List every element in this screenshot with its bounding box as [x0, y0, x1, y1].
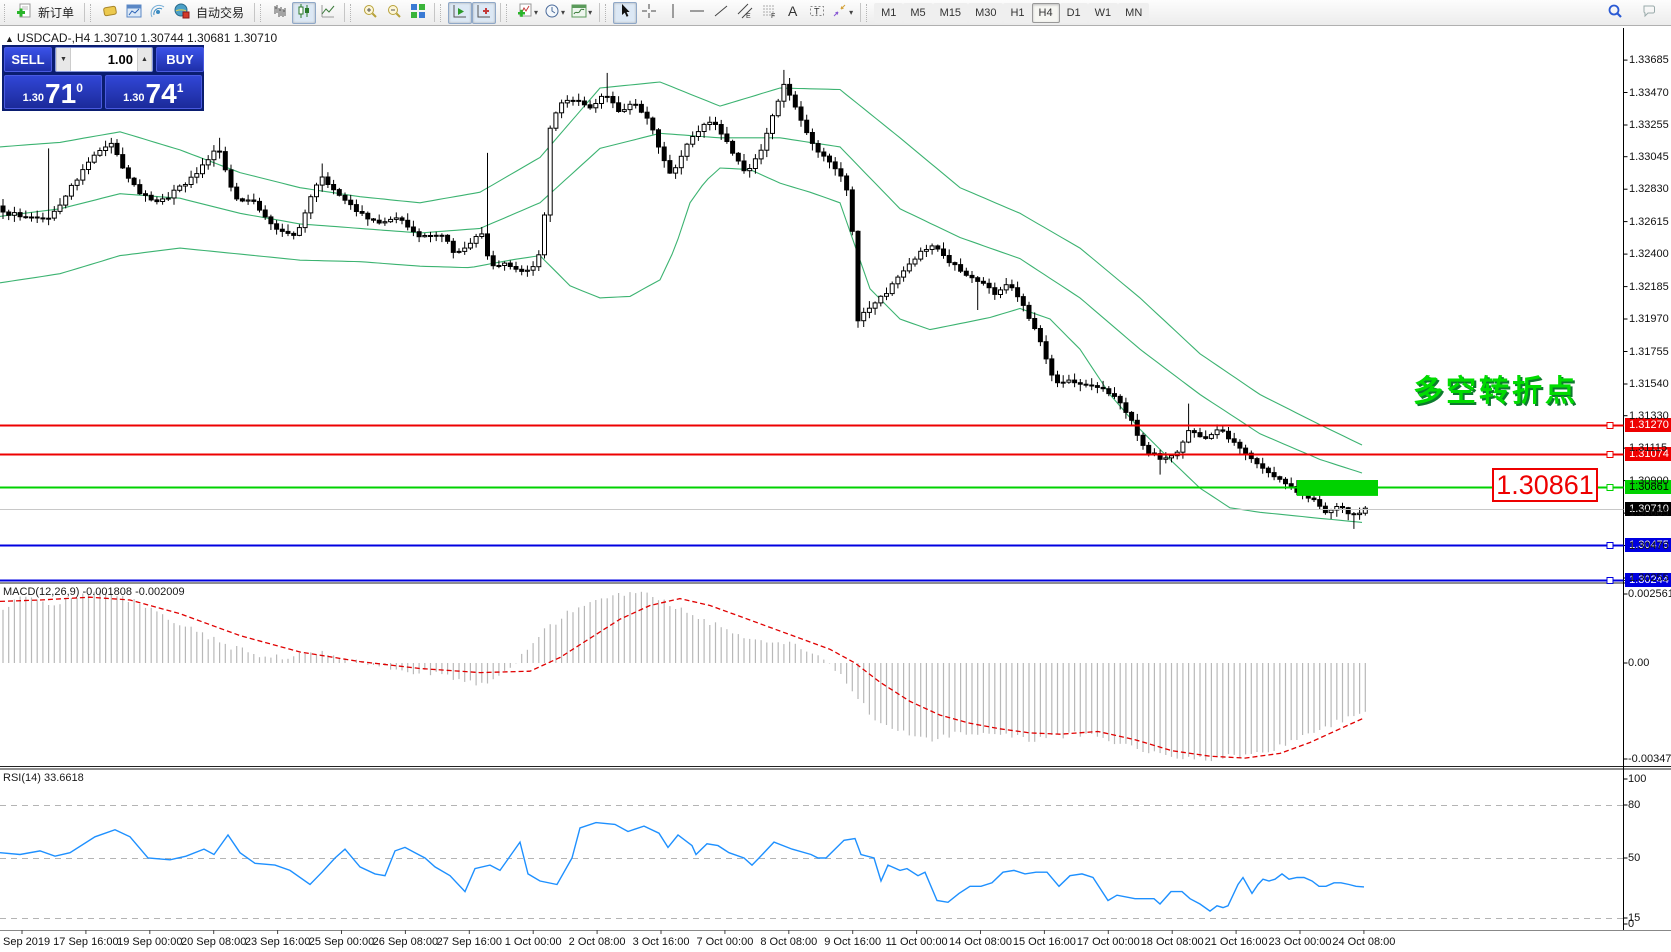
- volume-increase-button[interactable]: ▲: [137, 48, 152, 71]
- chart-ohlc-values: 1.30710 1.30744 1.30681 1.30710: [94, 31, 278, 45]
- price-axis-tick: 1.31330: [1629, 410, 1669, 422]
- price-axis-tick: 1.32185: [1629, 281, 1669, 293]
- buy-button[interactable]: BUY: [156, 47, 204, 72]
- time-axis-label: 27 Sep 16:00: [437, 936, 502, 948]
- macd-axis-tick: -0.003479: [1628, 753, 1671, 765]
- one-click-trading-panel: SELL ▼ ▲ BUY 1.30 71 0 1.30 74 1: [2, 45, 204, 111]
- price-axis-tick: 1.32400: [1629, 248, 1669, 260]
- chart-canvas[interactable]: [0, 0, 1671, 952]
- level-line-handle[interactable]: [1607, 423, 1613, 429]
- macd-axis-tick: 0.002561: [1628, 588, 1671, 600]
- time-axis-label: 15 Oct 16:00: [1013, 936, 1076, 948]
- chart-title: ▲USDCAD-,H4 1.30710 1.30744 1.30681 1.30…: [5, 31, 277, 45]
- time-axis-label: 7 Oct 00:00: [696, 936, 753, 948]
- time-axis-label: 2 Oct 08:00: [569, 936, 626, 948]
- bollinger-lower-band[interactable]: [0, 168, 1362, 522]
- time-axis-label: 14 Oct 08:00: [949, 936, 1012, 948]
- sell-price-big: 71: [45, 81, 76, 107]
- time-axis-label: 11 Oct 00:00: [886, 936, 948, 948]
- level-line-handle[interactable]: [1607, 485, 1613, 491]
- price-axis-tick: 1.33255: [1629, 119, 1669, 131]
- price-axis-tick: 1.30685: [1629, 507, 1669, 519]
- time-axis-label: 21 Oct 16:00: [1205, 936, 1268, 948]
- sell-price-display[interactable]: 1.30 71 0: [4, 75, 102, 109]
- time-axis-label: 23 Sep 16:00: [245, 936, 310, 948]
- time-axis-label: 23 Oct 00:00: [1269, 936, 1332, 948]
- time-axis-label: 6 Sep 2019: [0, 936, 50, 948]
- rsi-axis-tick: 0: [1628, 918, 1634, 930]
- price-axis-tick: 1.33470: [1629, 87, 1669, 99]
- level-line-handle[interactable]: [1607, 543, 1613, 549]
- rsi-axis-tick: 80: [1628, 799, 1640, 811]
- level-line-handle[interactable]: [1607, 452, 1613, 458]
- macd-signal-line: [0, 597, 1364, 758]
- sell-price-small: 1.30: [23, 92, 44, 104]
- time-axis-label: 18 Oct 08:00: [1141, 936, 1204, 948]
- price-axis-tick: 1.32615: [1629, 216, 1669, 228]
- time-axis-label: 9 Oct 16:00: [824, 936, 881, 948]
- price-axis-tick: 1.30470: [1629, 540, 1669, 552]
- macd-indicator-label: MACD(12,26,9) -0.001808 -0.002009: [3, 586, 185, 598]
- mt4-terminal-window: 新订单自动交易▾▾▾EFAT▾M1M5M15M30H1H4D1W1MN ▲USD…: [0, 0, 1671, 952]
- level-line-handle[interactable]: [1607, 578, 1613, 584]
- buy-price-sup: 1: [177, 81, 184, 95]
- price-axis-tick: 1.31970: [1629, 313, 1669, 325]
- rsi-line: [0, 823, 1364, 912]
- volume-input[interactable]: [71, 48, 137, 71]
- time-axis-label: 1 Oct 00:00: [505, 936, 562, 948]
- buy-price-display[interactable]: 1.30 74 1: [105, 75, 203, 109]
- time-axis-label: 8 Oct 08:00: [760, 936, 817, 948]
- price-axis-tick: 1.31115: [1629, 442, 1667, 454]
- chart-symbol-period: USDCAD-,H4: [17, 31, 90, 45]
- price-axis-tick: 1.33045: [1629, 151, 1669, 163]
- price-axis-tick: 1.31755: [1629, 346, 1669, 358]
- time-axis-label: 3 Oct 16:00: [633, 936, 690, 948]
- bollinger-middle-band[interactable]: [0, 133, 1362, 473]
- rsi-axis-tick: 100: [1628, 773, 1646, 785]
- volume-stepper: ▼ ▲: [55, 47, 153, 72]
- time-axis-label: 17 Oct 00:00: [1077, 936, 1140, 948]
- macd-axis-tick: 0.00: [1628, 657, 1649, 669]
- price-axis-tick: 1.32830: [1629, 183, 1669, 195]
- time-axis-label: 26 Sep 08:00: [373, 936, 438, 948]
- rsi-indicator-label: RSI(14) 33.6618: [3, 772, 84, 784]
- time-axis-label: 17 Sep 16:00: [53, 936, 118, 948]
- volume-decrease-button[interactable]: ▼: [56, 48, 71, 71]
- sell-button[interactable]: SELL: [4, 47, 52, 72]
- price-axis-tick: 1.30255: [1629, 572, 1669, 584]
- time-axis-label: 25 Sep 00:00: [309, 936, 374, 948]
- price-axis-tick: 1.30900: [1629, 475, 1669, 487]
- candlestick-series: [1, 70, 1367, 529]
- rsi-axis-tick: 50: [1628, 852, 1640, 864]
- bollinger-upper-band[interactable]: [0, 82, 1362, 445]
- sell-price-sup: 0: [76, 81, 83, 95]
- time-axis-label: 20 Sep 08:00: [181, 936, 246, 948]
- level-callout-box[interactable]: 1.30861: [1492, 468, 1598, 502]
- time-axis-label: 19 Sep 00:00: [117, 936, 182, 948]
- time-axis-label: 24 Oct 08:00: [1332, 936, 1395, 948]
- collapse-panel-icon[interactable]: ▲: [5, 34, 14, 44]
- chart-annotation-text[interactable]: 多空转折点: [1413, 366, 1578, 410]
- price-axis-tick: 1.33685: [1629, 54, 1669, 66]
- buy-price-big: 74: [146, 81, 177, 107]
- macd-indicator: [0, 591, 1365, 761]
- price-axis-tick: 1.31540: [1629, 378, 1669, 390]
- buy-price-small: 1.30: [123, 92, 144, 104]
